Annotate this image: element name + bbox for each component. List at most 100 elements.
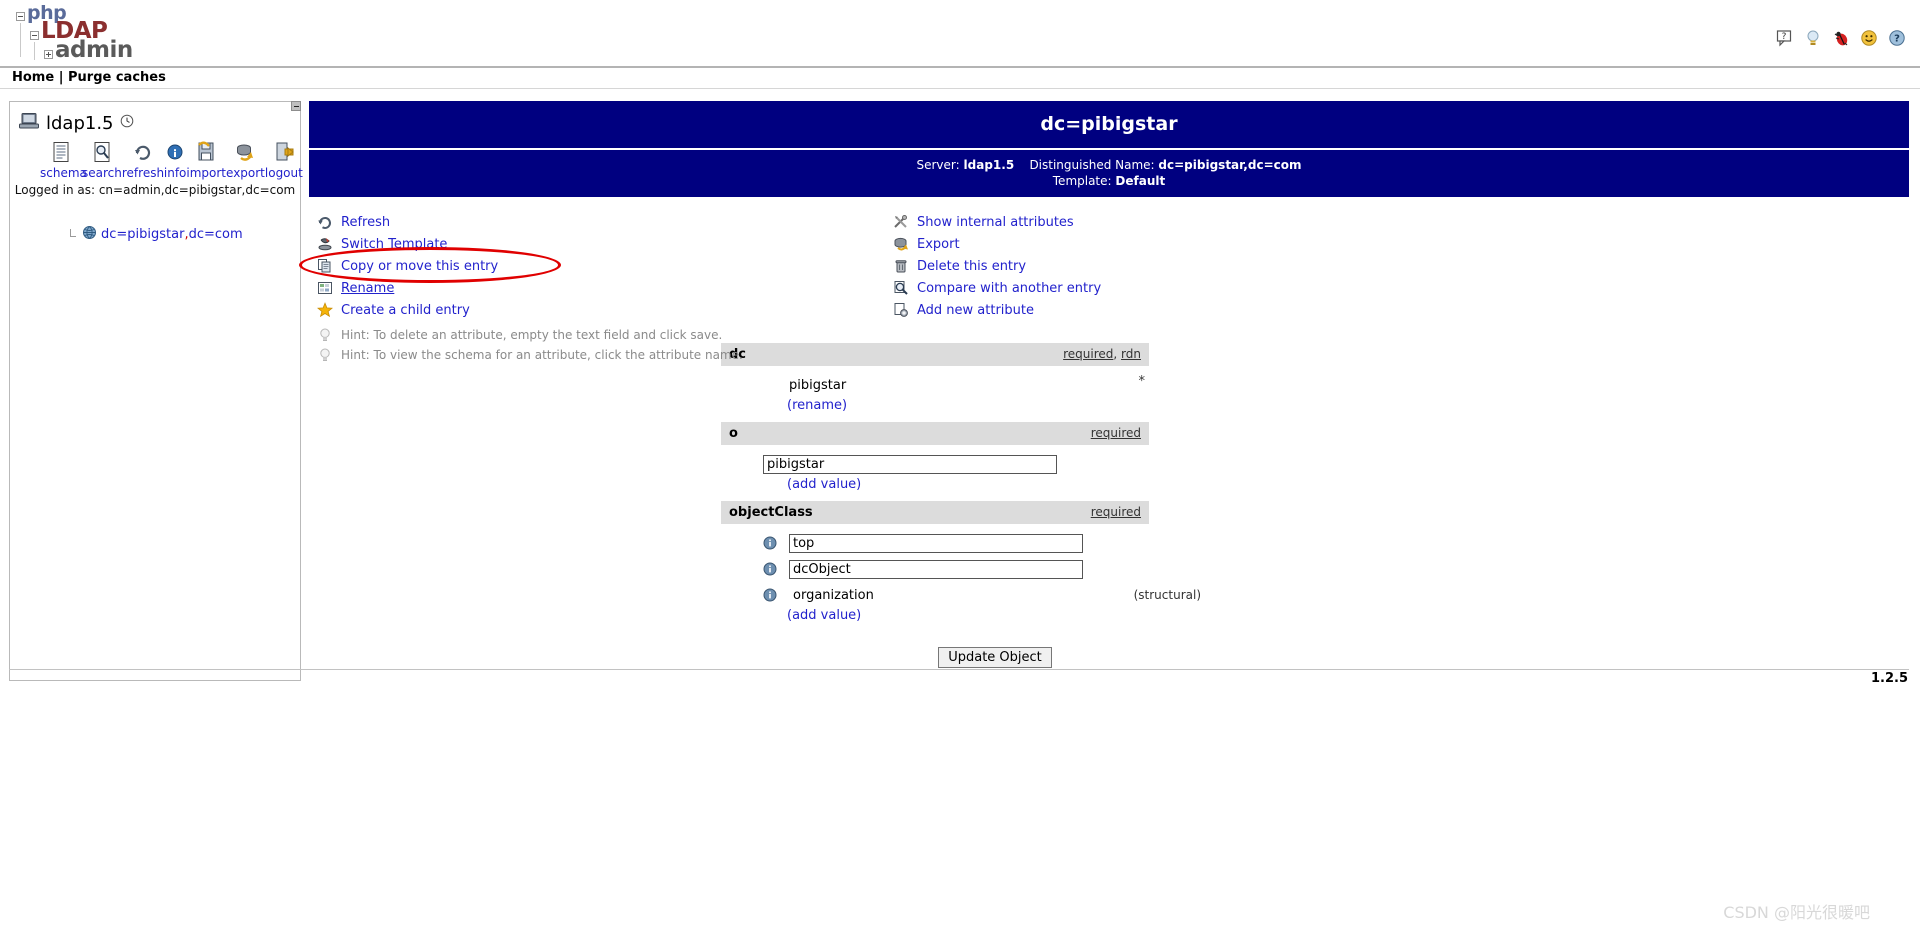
action-add-new-attribute[interactable]: Add new attribute (893, 299, 1101, 321)
tree-elbow-icon (68, 228, 78, 241)
attribute-flags-o: required (1091, 426, 1141, 440)
top-bar: php LDAP admin ? ? (0, 0, 1920, 68)
attribute-value-row (721, 556, 1149, 582)
server-name[interactable]: ldap1.5 (46, 113, 114, 134)
server-computer-icon (18, 112, 40, 134)
switch-template-icon (317, 236, 333, 252)
action-label: Refresh (341, 214, 391, 230)
server-label: Server: (916, 158, 960, 172)
action-show-internal-attributes[interactable]: Show internal attributes (893, 211, 1101, 233)
svg-text:?: ? (1894, 34, 1900, 45)
attribute-value-row: organization (structural) (721, 582, 1201, 608)
attribute-body-dc: pibigstar * (rename) (721, 366, 1149, 421)
lightbulb-icon[interactable] (1804, 29, 1822, 47)
flag-rdn[interactable]: rdn (1121, 347, 1141, 361)
template-value: Default (1115, 174, 1166, 188)
update-object-button[interactable]: Update Object (938, 647, 1052, 668)
info-icon[interactable] (763, 562, 777, 576)
attribute-name-objectclass[interactable]: objectClass (729, 505, 813, 520)
sidebar: ldap1.5 schema search refresh info impor… (9, 101, 303, 681)
attribute-header-objectclass: objectClass required (721, 500, 1149, 524)
footer-divider (9, 669, 1909, 670)
attribute-flags-objectclass: required (1091, 505, 1141, 519)
sidebar-tool-refresh[interactable]: refresh (122, 140, 164, 180)
attribute-name-o[interactable]: o (729, 426, 738, 441)
action-create-child-entry[interactable]: Create a child entry (317, 299, 743, 321)
flag-required[interactable]: required (1091, 505, 1141, 519)
page-title: dc=pibigstar (309, 101, 1909, 150)
logged-in-as: Logged in as: cn=admin,dc=pibigstar,dc=c… (14, 183, 296, 197)
nav-purge-caches-link[interactable]: Purge caches (68, 70, 166, 85)
action-switch-template[interactable]: Switch Template (317, 233, 743, 255)
hint-text: Hint: To view the schema for an attribut… (341, 348, 743, 362)
bug-icon[interactable] (1832, 29, 1850, 47)
trash-icon (893, 258, 909, 274)
sidebar-tool-info[interactable]: info (163, 140, 187, 180)
action-compare-entry[interactable]: Compare with another entry (893, 277, 1101, 299)
action-export[interactable]: Export (893, 233, 1101, 255)
dn-label: Distinguished Name: (1029, 158, 1155, 172)
entry-actions-left-column: Refresh Switch Template Copy or move thi… (299, 211, 743, 365)
smiley-icon[interactable] (1860, 29, 1878, 47)
attribute-input-o[interactable] (763, 454, 1057, 474)
star-icon (317, 302, 333, 318)
attribute-value-dc: pibigstar (789, 377, 847, 393)
action-refresh[interactable]: Refresh (317, 211, 743, 233)
sidebar-tool-export[interactable]: export (226, 140, 265, 180)
info-icon (164, 140, 187, 164)
compare-icon (893, 280, 909, 296)
sidebar-tool-search[interactable]: search (82, 140, 122, 180)
add-value-link[interactable]: (add value) (787, 477, 861, 492)
hint-delete-attribute: Hint: To delete an attribute, empty the … (317, 325, 743, 345)
nav-home-link[interactable]: Home (12, 70, 54, 85)
tools-icon (893, 214, 909, 230)
logout-icon (265, 140, 303, 164)
schema-icon (40, 140, 82, 164)
entry-subheader: Server: ldap1.5 Distinguished Name: dc=p… (309, 150, 1909, 197)
submit-row: Update Object (841, 631, 1149, 668)
breadcrumb: Home | Purge caches (0, 68, 1920, 89)
action-rename[interactable]: Rename (317, 277, 743, 299)
add-value-link[interactable]: (add value) (787, 608, 861, 623)
objectclass-input-top[interactable] (789, 533, 1083, 553)
info-icon[interactable] (763, 588, 777, 602)
action-copy-or-move[interactable]: Copy or move this entry (317, 255, 743, 277)
watermark: CSDN @阳光很暖吧 (1723, 903, 1870, 922)
refresh-icon (317, 214, 333, 230)
sidebar-tool-logout[interactable]: logout (265, 140, 303, 180)
action-delete-entry[interactable]: Delete this entry (893, 255, 1101, 277)
action-label: Copy or move this entry (341, 258, 499, 274)
sidebar-tool-label: info (163, 166, 187, 180)
question-bubble-icon[interactable]: ? (1776, 29, 1794, 47)
sidebar-tool-schema[interactable]: schema (40, 140, 87, 180)
sidebar-collapse-handle[interactable] (291, 101, 301, 111)
app-logo: php LDAP admin (16, 4, 246, 62)
rename-icon (317, 280, 333, 296)
tree-item-base-dn[interactable]: dc=pibigstar,dc=com (10, 197, 300, 244)
action-label: Compare with another entry (917, 280, 1102, 296)
attribute-add-value-row: (add value) (721, 477, 1149, 492)
help-icon[interactable]: ? (1888, 29, 1906, 47)
attribute-value-row (721, 451, 1149, 477)
search-icon (82, 140, 122, 164)
info-icon[interactable] (763, 536, 777, 550)
lightbulb-icon (317, 347, 333, 363)
objectclass-input-dcobject[interactable] (789, 559, 1083, 579)
attribute-flags-dc: required, rdn (1063, 347, 1141, 361)
flag-required[interactable]: required (1063, 347, 1113, 361)
lightbulb-icon (317, 327, 333, 343)
server-value: ldap1.5 (963, 158, 1015, 172)
sidebar-tool-label: import (186, 166, 227, 180)
entry-header: dc=pibigstar Server: ldap1.5 Distinguish… (309, 101, 1909, 197)
tree-dn-part-2: dc=com (188, 227, 243, 242)
flag-required[interactable]: required (1091, 426, 1141, 440)
version-label: 1.2.5 (1870, 671, 1908, 686)
sidebar-tool-import[interactable]: import (186, 140, 226, 180)
hint-view-schema: Hint: To view the schema for an attribut… (317, 345, 743, 365)
logo-tree-minus-icon-2 (30, 31, 39, 40)
tree-dn-part-1: dc=pibigstar (101, 227, 185, 242)
action-label: Show internal attributes (917, 214, 1074, 230)
server-header: ldap1.5 (10, 102, 300, 134)
rename-link[interactable]: (rename) (787, 398, 847, 413)
top-icon-bar: ? ? (1776, 29, 1906, 47)
